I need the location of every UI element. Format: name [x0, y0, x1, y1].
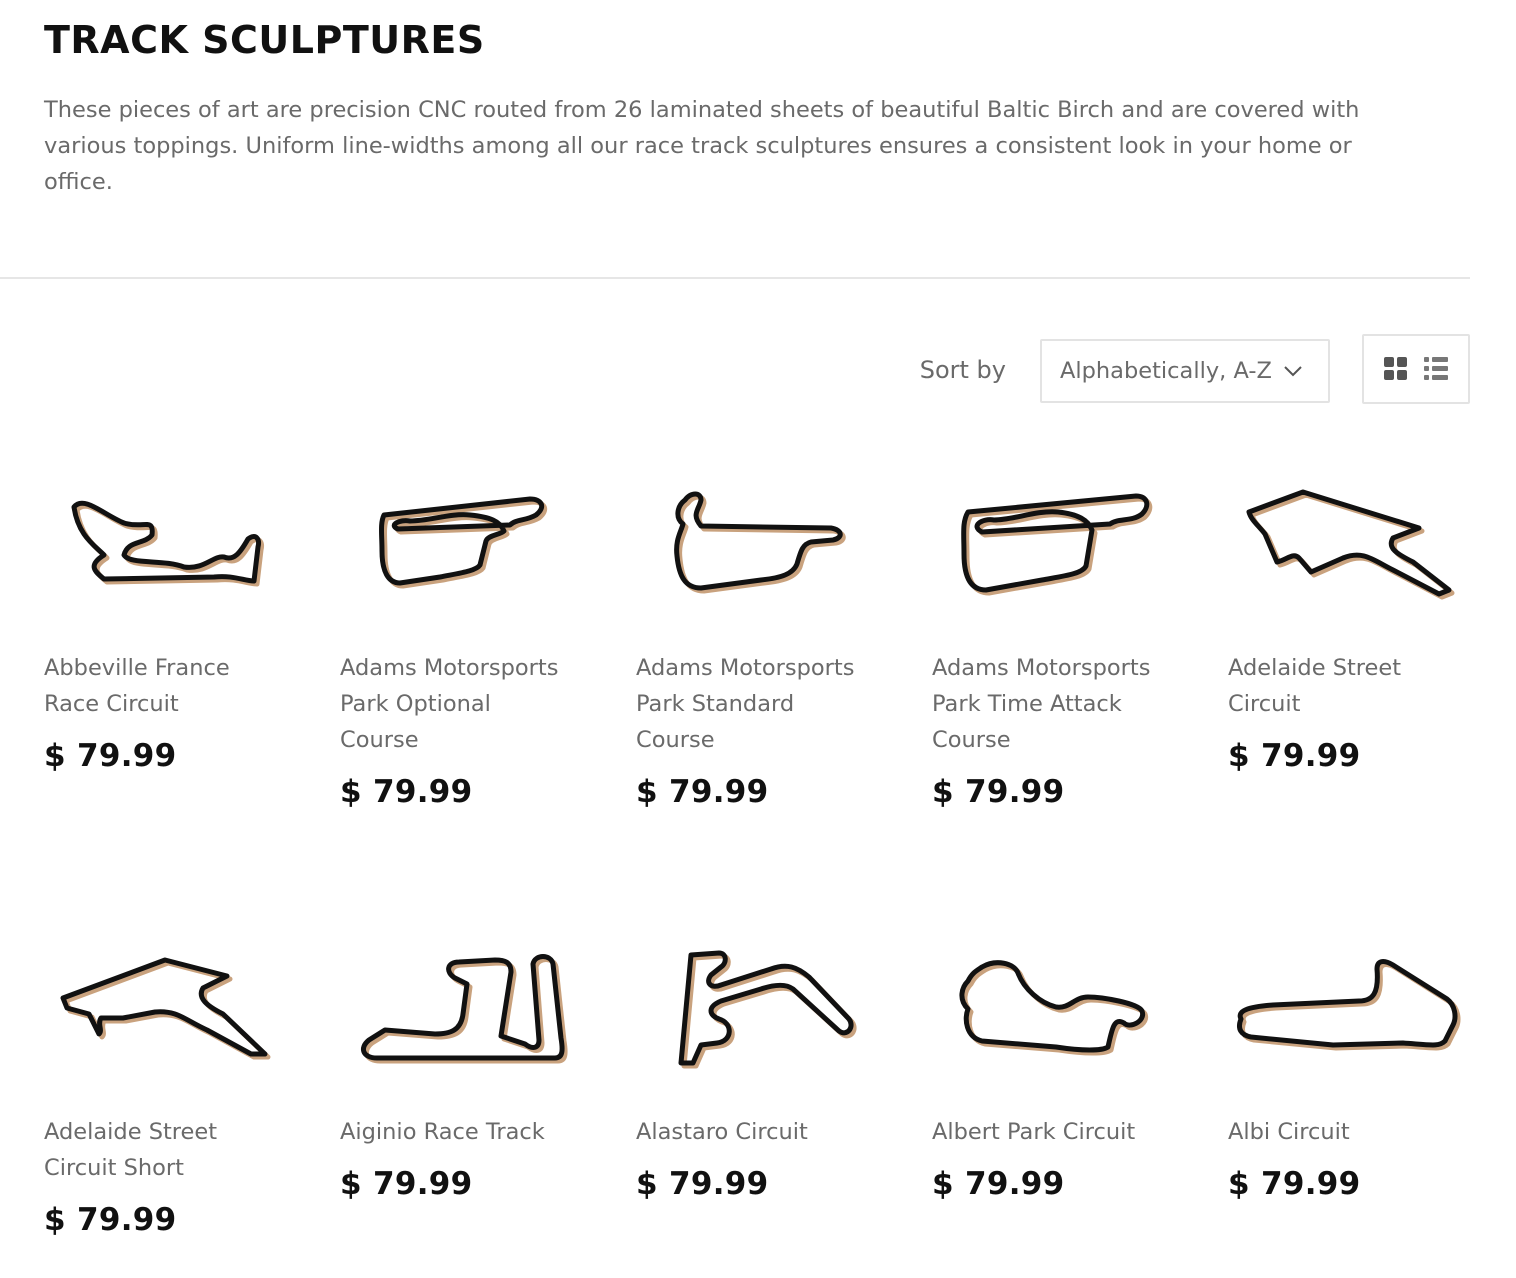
product-card[interactable]: Adams Motorsports Park Time Attack Cours… — [932, 460, 1172, 810]
product-title[interactable]: Adelaide Street Circuit — [1228, 650, 1464, 722]
product-card[interactable]: Aiginio Race Track $ 79.99 — [340, 924, 580, 1202]
product-price: $ 79.99 — [636, 774, 769, 810]
collection-toolbar: Sort by Alphabetically, A-Z — [920, 334, 1470, 404]
list-view-icon[interactable] — [1423, 356, 1449, 382]
product-title[interactable]: Albert Park Circuit — [932, 1114, 1168, 1150]
product-card[interactable]: Adams Motorsports Park Standard Course $… — [636, 460, 876, 810]
product-image[interactable] — [636, 460, 876, 630]
product-image[interactable] — [1228, 924, 1468, 1094]
product-title[interactable]: Aiginio Race Track — [340, 1114, 576, 1150]
product-price: $ 79.99 — [44, 738, 177, 774]
product-card[interactable]: Albert Park Circuit $ 79.99 — [932, 924, 1172, 1202]
product-title[interactable]: Adams Motorsports Park Standard Course — [636, 650, 872, 758]
product-card[interactable]: Adelaide Street Circuit $ 79.99 — [1228, 460, 1468, 774]
product-image[interactable] — [1228, 460, 1468, 630]
product-price: $ 79.99 — [340, 774, 473, 810]
product-card[interactable]: Adams Motorsports Park Optional Course $… — [340, 460, 580, 810]
product-image[interactable] — [636, 924, 876, 1094]
product-card[interactable]: Albi Circuit $ 79.99 — [1228, 924, 1468, 1202]
product-price: $ 79.99 — [1228, 738, 1361, 774]
product-title[interactable]: Albi Circuit — [1228, 1114, 1464, 1150]
product-card[interactable]: Alastaro Circuit $ 79.99 — [636, 924, 876, 1202]
page-title: TRACK SCULPTURES — [44, 18, 485, 62]
product-title[interactable]: Adams Motorsports Park Time Attack Cours… — [932, 650, 1168, 758]
product-price: $ 79.99 — [44, 1202, 177, 1238]
grid-view-icon[interactable] — [1383, 356, 1409, 382]
divider — [0, 277, 1470, 279]
product-image[interactable] — [340, 460, 580, 630]
sort-select[interactable]: Alphabetically, A-Z — [1040, 339, 1330, 403]
product-title[interactable]: Alastaro Circuit — [636, 1114, 872, 1150]
collection-description: These pieces of art are precision CNC ro… — [44, 97, 1360, 195]
view-toggle — [1362, 334, 1470, 404]
sort-label: Sort by — [919, 356, 1006, 384]
product-title[interactable]: Adelaide Street Circuit Short — [44, 1114, 280, 1186]
product-card[interactable]: Adelaide Street Circuit Short $ 79.99 — [44, 924, 284, 1238]
product-title[interactable]: Adams Motorsports Park Optional Course — [340, 650, 576, 758]
sort-select-value: Alphabetically, A-Z — [1060, 358, 1272, 384]
product-image[interactable] — [44, 460, 284, 630]
product-price: $ 79.99 — [932, 774, 1065, 810]
product-price: $ 79.99 — [1228, 1166, 1361, 1202]
chevron-down-icon — [1282, 360, 1304, 382]
product-price: $ 79.99 — [932, 1166, 1065, 1202]
product-price: $ 79.99 — [636, 1166, 769, 1202]
product-image[interactable] — [932, 460, 1172, 630]
product-card[interactable]: Abbeville France Race Circuit $ 79.99 — [44, 460, 284, 774]
product-image[interactable] — [932, 924, 1172, 1094]
product-price: $ 79.99 — [340, 1166, 473, 1202]
product-title[interactable]: Abbeville France Race Circuit — [44, 650, 280, 722]
product-image[interactable] — [44, 924, 284, 1094]
product-image[interactable] — [340, 924, 580, 1094]
